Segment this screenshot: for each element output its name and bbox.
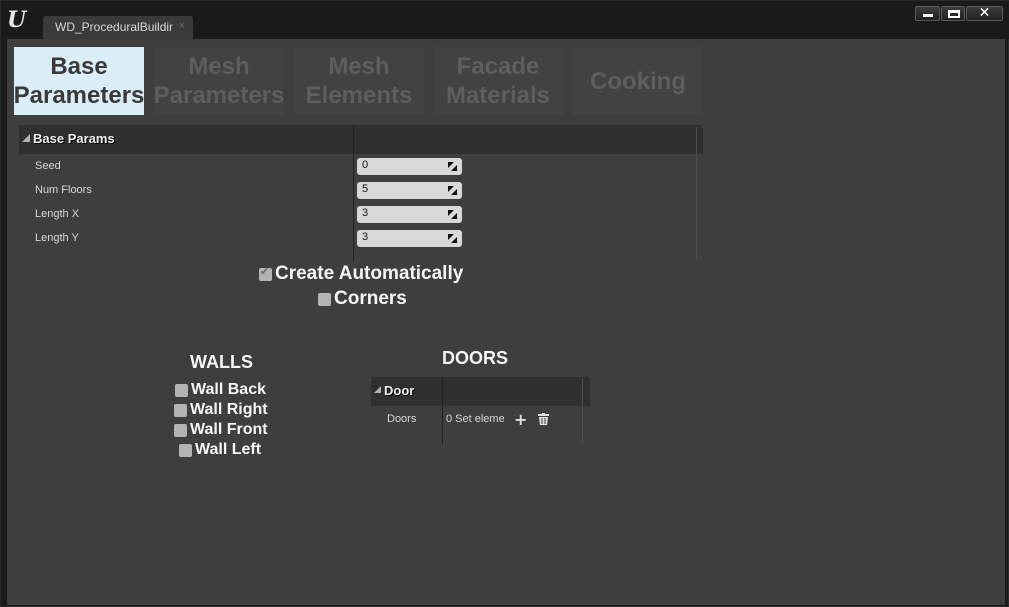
maximize-button[interactable]: [941, 6, 965, 21]
walls-title: WALLS: [190, 352, 253, 372]
close-tab-icon[interactable]: ×: [179, 20, 185, 32]
column-splitter[interactable]: [442, 377, 443, 445]
wall-left-checkbox[interactable]: [179, 443, 192, 457]
close-icon: ✕: [978, 5, 991, 21]
wall-right-checkbox[interactable]: [174, 403, 187, 417]
corners-toggle[interactable]: Corners: [318, 288, 407, 310]
wall-left-toggle[interactable]: Wall Left: [179, 441, 261, 459]
expand-arrow-icon[interactable]: [374, 386, 381, 393]
add-element-icon[interactable]: +: [514, 410, 527, 429]
unreal-logo-icon: U: [7, 7, 27, 33]
tab-cooking[interactable]: Cooking: [573, 47, 703, 115]
base-params-panel: Base Params Seed 0 Num Floors 5 Length X…: [19, 125, 703, 261]
tab-label: Mesh Elements: [305, 53, 413, 109]
spin-drag-icon: [448, 162, 457, 171]
doors-property-label: Doors: [387, 413, 417, 425]
tab-base-parameters[interactable]: Base Parameters: [14, 47, 144, 115]
wall-front-label: Wall Front: [190, 421, 268, 438]
category-title: Base Params: [33, 131, 115, 146]
category-title: Door: [384, 383, 415, 398]
tab-facade-materials[interactable]: Facade Materials: [433, 47, 563, 115]
wall-back-toggle[interactable]: Wall Back: [175, 381, 266, 399]
tab-label: Mesh Parameters: [153, 53, 285, 109]
category-header-base-params[interactable]: Base Params: [19, 125, 703, 154]
expand-arrow-icon[interactable]: [22, 134, 30, 142]
document-tab-label: WD_ProceduralBuildin: [55, 20, 173, 34]
column-splitter[interactable]: [353, 125, 354, 261]
minimize-button[interactable]: [915, 6, 940, 21]
property-label-seed: Seed: [35, 160, 61, 172]
doors-set-elements: 0 Set elements: [446, 413, 504, 425]
checkmark-icon: ✔: [260, 264, 270, 278]
wall-front-checkbox[interactable]: [174, 423, 187, 437]
spin-drag-icon: [448, 210, 457, 219]
length-y-input[interactable]: 3: [357, 230, 462, 247]
num-floors-input[interactable]: 5: [357, 182, 462, 199]
create-automatically-label: Create Automatically: [275, 263, 464, 284]
seed-value: 0: [362, 159, 369, 171]
wall-back-label: Wall Back: [191, 381, 266, 398]
category-header-door[interactable]: Door: [371, 377, 590, 406]
scroll-track: [696, 127, 697, 259]
maximize-icon: [948, 10, 960, 18]
wall-back-checkbox[interactable]: [175, 383, 188, 397]
wall-right-toggle[interactable]: Wall Right: [174, 401, 268, 419]
minimize-icon: [923, 14, 933, 17]
tab-label: Cooking: [590, 67, 686, 95]
trash-icon[interactable]: [538, 413, 549, 425]
create-automatically-checkbox[interactable]: ✔: [259, 264, 272, 281]
property-label-length-x: Length X: [35, 208, 80, 220]
spin-drag-icon: [448, 186, 457, 195]
doors-title: DOORS: [442, 348, 509, 368]
tab-label: Base Parameters: [13, 53, 145, 109]
corners-label: Corners: [334, 288, 407, 309]
title-bar[interactable]: U WD_ProceduralBuildin × ✕: [1, 1, 1009, 39]
length-y-value: 3: [362, 231, 369, 243]
wall-right-label: Wall Right: [190, 401, 268, 418]
scroll-track: [582, 379, 583, 443]
create-automatically-toggle[interactable]: ✔ Create Automatically: [259, 263, 463, 285]
property-label-num-floors: Num Floors: [35, 184, 92, 196]
close-button[interactable]: ✕: [966, 5, 1003, 21]
tab-label: Facade Materials: [445, 53, 551, 109]
wall-front-toggle[interactable]: Wall Front: [174, 421, 268, 439]
length-x-value: 3: [362, 207, 369, 219]
length-x-input[interactable]: 3: [357, 206, 462, 223]
wall-left-label: Wall Left: [195, 441, 262, 458]
doors-panel: Door Doors 0 Set elements +: [371, 377, 590, 445]
tab-mesh-parameters[interactable]: Mesh Parameters: [154, 47, 284, 115]
num-floors-value: 5: [362, 183, 369, 195]
corners-checkbox[interactable]: [318, 292, 331, 306]
document-tab[interactable]: WD_ProceduralBuildin ×: [43, 16, 193, 39]
seed-input[interactable]: 0: [357, 158, 462, 175]
tab-mesh-elements[interactable]: Mesh Elements: [294, 47, 424, 115]
editor-window: U WD_ProceduralBuildin × ✕ Base Parameter…: [0, 0, 1009, 607]
property-label-length-y: Length Y: [35, 232, 79, 244]
spin-drag-icon: [448, 234, 457, 243]
widget-content: Base Parameters Mesh Parameters Mesh Elemen…: [7, 39, 1005, 605]
